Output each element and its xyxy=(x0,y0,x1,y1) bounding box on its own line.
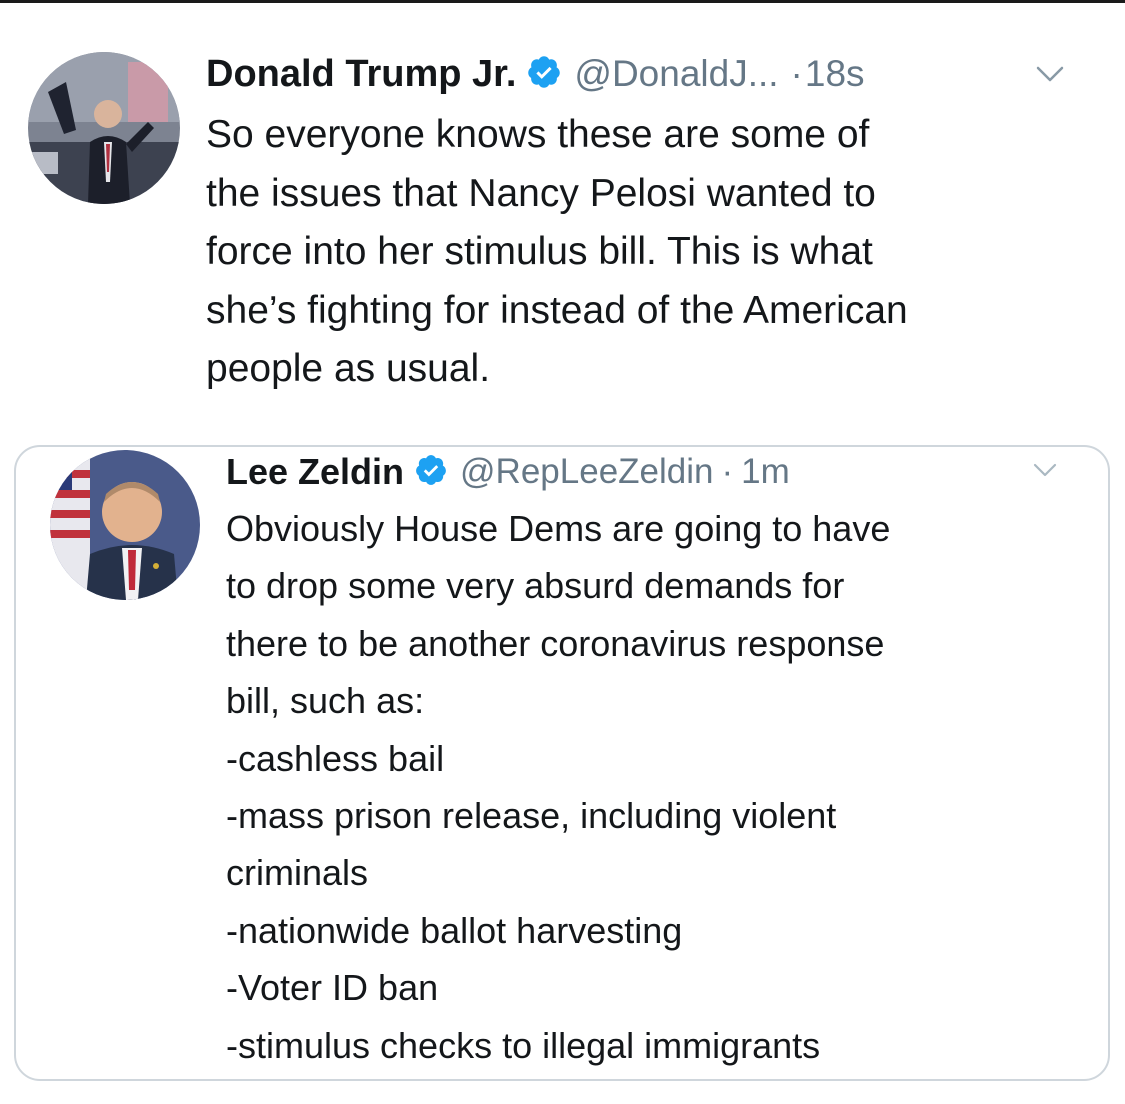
quoted-tweet-timestamp[interactable]: 1m xyxy=(741,452,790,492)
tweet-text-line: -stimulus checks to illegal immigrants xyxy=(226,1024,821,1066)
tweet-text-line: people as usual. xyxy=(206,347,491,390)
quoted-tweet-author-name[interactable]: Lee Zeldin xyxy=(226,451,404,493)
main-tweet-text: So everyone knows these are some of the … xyxy=(206,106,1106,399)
quoted-tweet-handle[interactable]: @RepLeeZeldin xyxy=(460,452,713,492)
main-tweet-header: Donald Trump Jr. @DonaldJ... · 18s xyxy=(206,50,865,98)
tweet-text-line: criminals xyxy=(226,852,369,894)
tweet-text-line: bill, such as: xyxy=(226,680,425,722)
header-separator: · xyxy=(721,452,734,491)
chevron-down-icon[interactable] xyxy=(1028,460,1062,480)
tweet-text-line: to drop some very absurd demands for xyxy=(226,565,845,607)
avatar-photo-icon xyxy=(50,450,200,600)
avatar-photo-icon xyxy=(28,52,180,204)
tweet-text-line: -nationwide ballot harvesting xyxy=(226,909,683,951)
quoted-tweet-text: Obviously House Dems are going to have t… xyxy=(226,500,1096,1074)
header-separator: · xyxy=(790,53,803,94)
verified-badge-icon xyxy=(526,54,562,95)
tweet-text-line: the issues that Nancy Pelosi wanted to xyxy=(206,171,876,215)
main-tweet-author-name[interactable]: Donald Trump Jr. xyxy=(206,53,516,96)
tweet-text-line: -cashless bail xyxy=(226,737,445,779)
tweet-text-line: So everyone knows these are some of xyxy=(206,113,870,156)
tweet-text-line: Obviously House Dems are going to have xyxy=(226,508,891,549)
main-tweet-avatar[interactable] xyxy=(28,52,180,204)
tweet-text-line: -Voter ID ban xyxy=(226,967,439,1009)
verified-badge-icon xyxy=(414,453,448,492)
quoted-tweet-avatar[interactable] xyxy=(50,450,200,600)
main-tweet-timestamp[interactable]: 18s xyxy=(805,53,865,95)
main-tweet-handle[interactable]: @DonaldJ... xyxy=(574,53,778,95)
tweet-text-line: there to be another coronavirus response xyxy=(226,622,885,664)
chevron-down-icon[interactable] xyxy=(1030,62,1070,86)
tweet-text-line: she’s fighting for instead of the Americ… xyxy=(206,288,908,332)
tweet-text-line: force into her stimulus bill. This is wh… xyxy=(206,230,873,273)
quoted-tweet-header: Lee Zeldin @RepLeeZeldin · 1m xyxy=(226,448,790,496)
tweet-text-line: -mass prison release, including violent xyxy=(226,795,837,837)
